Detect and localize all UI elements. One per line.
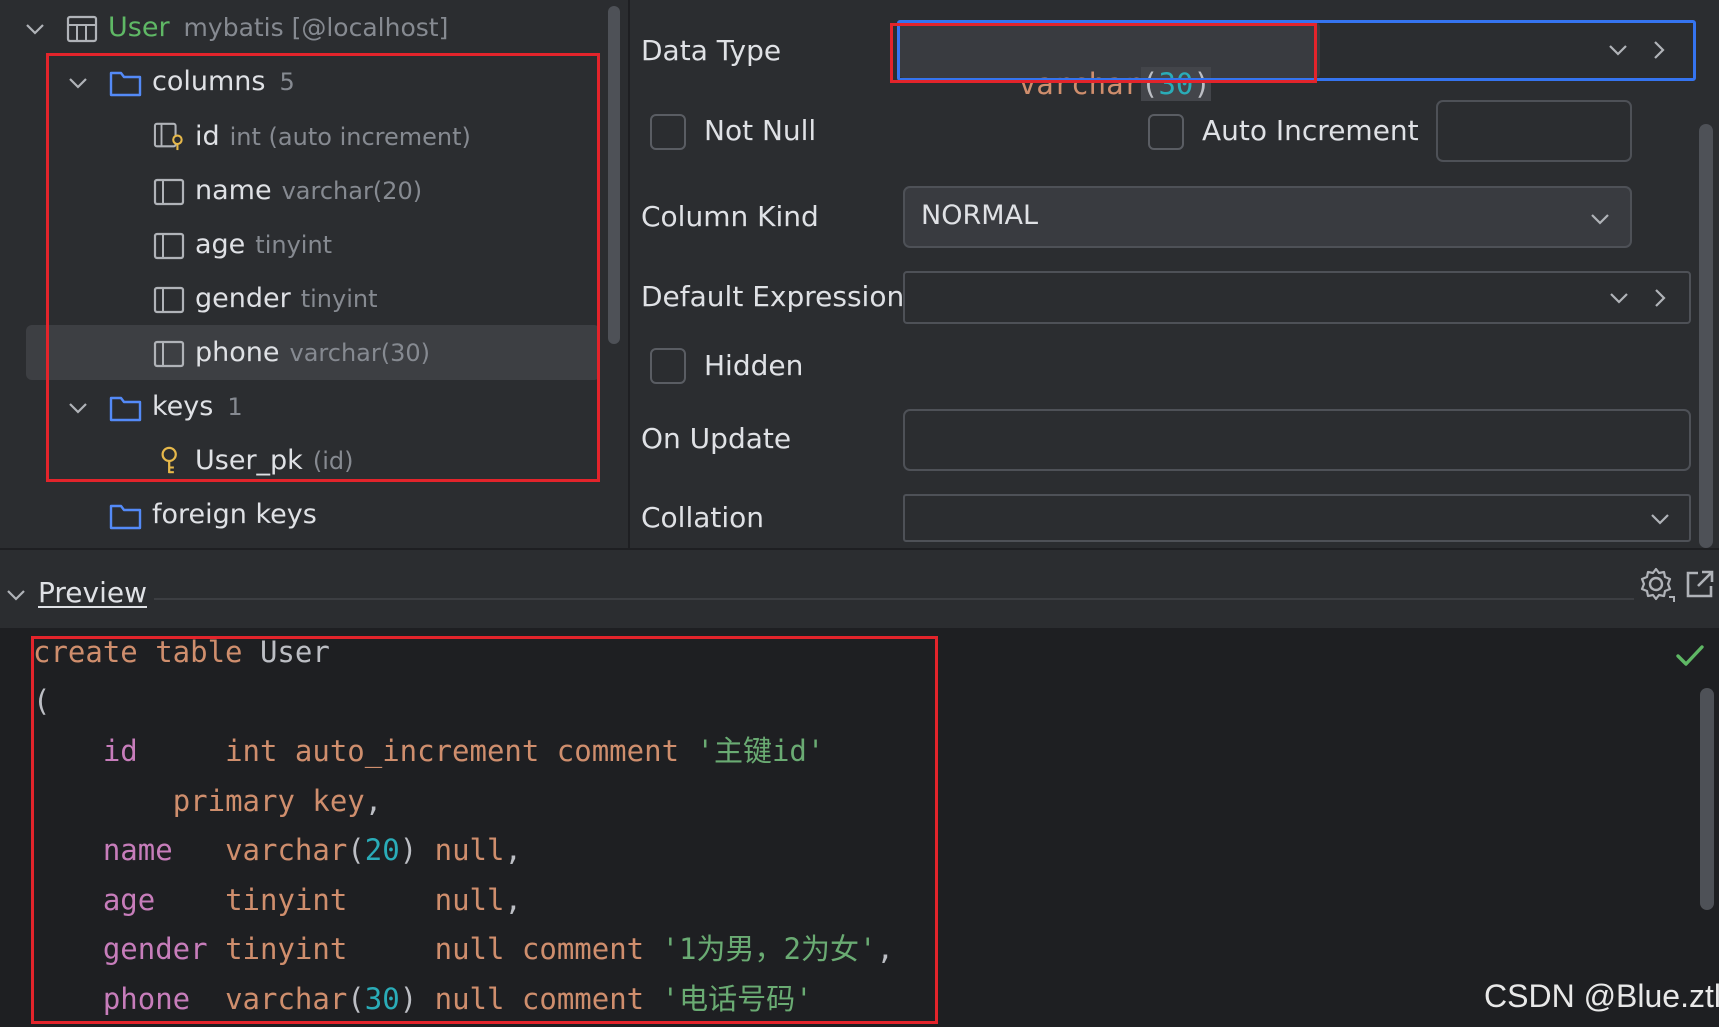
- chevron-right-icon[interactable]: [1649, 287, 1671, 309]
- chevron-down-icon: [1651, 514, 1669, 525]
- open-external-icon[interactable]: [1684, 568, 1716, 600]
- preview-header: Preview: [0, 548, 1719, 628]
- on-update-label: On Update: [641, 422, 792, 455]
- annotation-box-code: [31, 636, 938, 1024]
- hidden-label: Hidden: [704, 349, 804, 382]
- annotation-box-tree: [46, 53, 600, 482]
- code-scrollbar[interactable]: [1700, 688, 1714, 910]
- data-type-label: Data Type: [641, 34, 782, 67]
- preview-title[interactable]: Preview: [38, 576, 147, 609]
- annotation-box-data-type: [890, 23, 1317, 83]
- column-kind-value: NORMAL: [921, 200, 1039, 231]
- auto-increment-start-input[interactable]: [1436, 100, 1632, 162]
- table-source: mybatis [@localhost]: [183, 13, 449, 42]
- chevron-down-icon[interactable]: [1608, 287, 1630, 309]
- tree-scrollbar[interactable]: [608, 6, 620, 344]
- check-icon: [1676, 645, 1704, 666]
- chevron-down-icon[interactable]: [24, 18, 46, 40]
- properties-scrollbar[interactable]: [1699, 124, 1713, 548]
- hidden-checkbox[interactable]: [650, 348, 686, 384]
- collation-label: Collation: [641, 501, 765, 534]
- chevron-down-icon[interactable]: [5, 584, 27, 606]
- gear-icon[interactable]: [1638, 566, 1676, 604]
- watermark: CSDN @Blue.ztl: [1484, 978, 1719, 1014]
- table-name: User: [108, 12, 170, 43]
- collation-select[interactable]: [903, 494, 1691, 542]
- tree-node-foreign-keys[interactable]: foreign keys: [0, 491, 600, 541]
- not-null-label: Not Null: [704, 114, 817, 147]
- auto-increment-label: Auto Increment: [1202, 114, 1419, 147]
- column-kind-select[interactable]: NORMAL: [903, 186, 1632, 248]
- table-icon: [66, 15, 98, 43]
- auto-increment-checkbox[interactable]: [1148, 114, 1184, 150]
- folder-icon: [109, 504, 142, 530]
- foreign-keys-label: foreign keys: [152, 499, 317, 530]
- preview-separator: [154, 598, 1634, 600]
- tree-node-table-user[interactable]: User mybatis [@localhost]: [0, 4, 600, 54]
- column-kind-label: Column Kind: [641, 200, 819, 233]
- default-expression-field[interactable]: [903, 271, 1691, 324]
- on-update-input[interactable]: [903, 409, 1691, 471]
- chevron-down-icon: [1591, 214, 1609, 225]
- not-null-checkbox[interactable]: [650, 114, 686, 150]
- default-expression-label: Default Expression: [641, 280, 905, 313]
